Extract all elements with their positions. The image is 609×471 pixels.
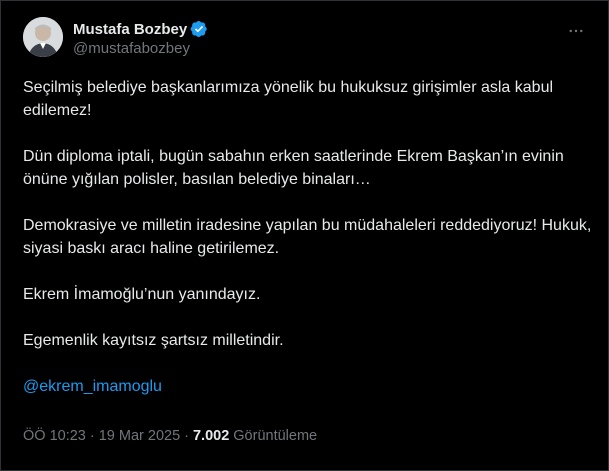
tweet-text: Seçilmiş belediye başkanlarımıza yönelik…: [23, 76, 593, 421]
more-horizontal-icon[interactable]: [562, 17, 590, 45]
tweet-paragraph: Seçilmiş belediye başkanlarımıza yönelik…: [23, 79, 554, 119]
tweet-paragraph: Demokrasiye ve milletin iradesine yapıla…: [23, 217, 592, 257]
profile-photo-icon: [23, 17, 63, 57]
meta-separator: ·: [89, 428, 95, 444]
author-display-name[interactable]: Mustafa Bozbey: [73, 21, 187, 38]
mention-paragraph: @ekrem_imamoglu: [23, 375, 593, 398]
tweet-date[interactable]: 19 Mar 2025: [99, 428, 180, 444]
author-names: Mustafa Bozbey @mustafabozbey: [73, 19, 208, 57]
meta-separator: ·: [184, 428, 189, 444]
tweet-paragraph: Dün diploma iptali, bugün sabahın erken …: [23, 148, 564, 188]
tweet-card[interactable]: Mustafa Bozbey @mustafabozbey Seçilmiş b…: [0, 0, 609, 471]
tweet-meta: ÖÖ 10:23 · 19 Mar 2025 · 7.002 Görüntüle…: [23, 428, 317, 444]
verified-badge-icon[interactable]: [190, 20, 208, 38]
tweet-paragraph: Egemenlik kayıtsız şartsız milletindir.: [23, 332, 284, 349]
tweet-paragraph: Ekrem İmamoğlu’nun yanındayız.: [23, 286, 261, 303]
name-row: Mustafa Bozbey: [73, 19, 208, 39]
avatar[interactable]: [23, 17, 63, 57]
author-handle[interactable]: @mustafabozbey: [73, 40, 208, 57]
views-count: 7.002: [192, 428, 230, 444]
tweet-header: Mustafa Bozbey @mustafabozbey: [23, 17, 592, 61]
mention-link[interactable]: @ekrem_imamoglu: [23, 378, 162, 395]
views-label: Görüntüleme: [233, 428, 318, 444]
tweet-time[interactable]: ÖÖ 10:23: [23, 428, 86, 444]
